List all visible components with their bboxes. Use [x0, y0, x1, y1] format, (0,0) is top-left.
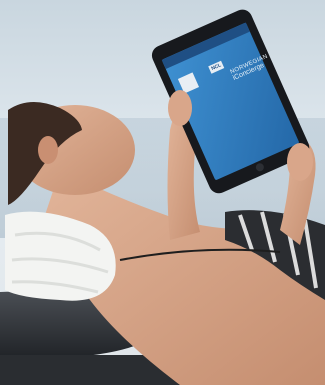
photo-scene: NCL NORWEGIAN iConcierge: [0, 0, 325, 385]
ear: [38, 136, 58, 164]
app-logo-label: NCL: [208, 60, 225, 74]
right-hand: [287, 143, 313, 181]
left-hand: [168, 90, 192, 126]
